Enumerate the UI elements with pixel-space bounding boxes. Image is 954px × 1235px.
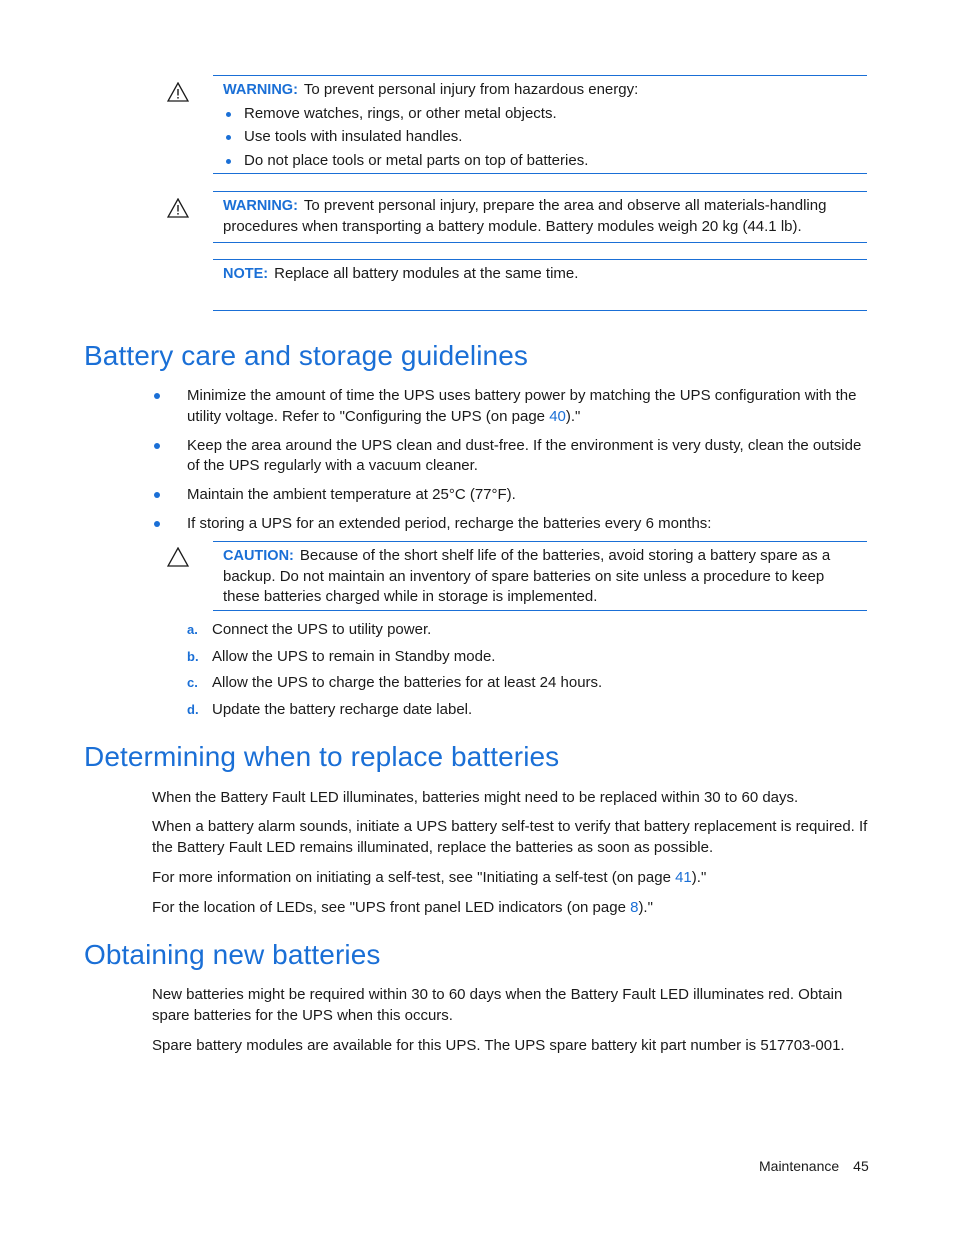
footer-section-name: Maintenance xyxy=(759,1158,840,1174)
bullet-text: Keep the area around the UPS clean and d… xyxy=(187,436,862,475)
step-item: d. Update the battery recharge date label… xyxy=(187,700,602,727)
warning-notice-materials-handling: WARNING: To prevent personal injury, prep… xyxy=(213,191,867,243)
caution-label: CAUTION: xyxy=(223,548,294,564)
warning-text: To prevent personal injury from hazardou… xyxy=(303,81,639,98)
bullet-icon xyxy=(154,492,160,498)
step-letter: b. xyxy=(187,648,199,664)
paragraph-text-end: )." xyxy=(638,899,653,916)
list-item: If storing a UPS for an extended period,… xyxy=(152,514,868,535)
bullet-text-end: )." xyxy=(565,407,581,425)
step-text: Allow the UPS to remain in Standby mode. xyxy=(212,647,496,665)
step-item: b. Allow the UPS to remain in Standby mod… xyxy=(187,647,602,674)
caution-notice: CAUTION: Because of the short shelf life … xyxy=(213,541,867,611)
bullet-text: Maintain the ambient temperature at 25°C… xyxy=(187,486,516,503)
step-letter: d. xyxy=(187,701,199,717)
step-text: Update the battery recharge date label. xyxy=(212,700,473,718)
paragraph-text: For the location of LEDs, see "UPS front… xyxy=(152,899,631,916)
paragraph: New batteries might be required within 3… xyxy=(152,986,843,1024)
step-letter: c. xyxy=(187,675,198,691)
step-text: Connect the UPS to utility power. xyxy=(212,621,432,638)
paragraph: For the location of LEDs, see "UPS front… xyxy=(152,898,870,919)
caution-triangle-icon xyxy=(167,547,189,567)
warning-label: WARNING: xyxy=(223,198,298,214)
note-text: Replace all battery modules at the same … xyxy=(274,265,579,282)
step-item: c. Allow the UPS to charge the batteries … xyxy=(187,673,602,700)
bullet-icon xyxy=(154,521,160,527)
warning-text: To prevent personal injury, prepare the … xyxy=(223,197,827,235)
section-heading-obtain-batteries: Obtaining new batteries xyxy=(84,939,381,970)
list-item: Minimize the amount of time the UPS uses… xyxy=(152,386,868,427)
page-link-41[interactable]: 41 xyxy=(675,869,692,886)
warning-list: Remove watches, rings, or other metal ob… xyxy=(223,102,859,173)
note-label: NOTE: xyxy=(223,266,269,282)
bullet-icon xyxy=(154,442,160,449)
warning-list-item: Do not place tools or metal parts on top… xyxy=(223,149,859,173)
paragraph-text-end: )." xyxy=(691,869,707,886)
step-item: a. Connect the UPS to utility power. xyxy=(187,620,602,647)
caution-text: Because of the short shelf life of the b… xyxy=(223,547,831,605)
section-heading-replace-batteries: Determining when to replace batteries xyxy=(84,741,560,772)
bullet-text: Minimize the amount of time the UPS uses… xyxy=(187,387,857,425)
step-text: Allow the UPS to charge the batteries fo… xyxy=(212,674,603,692)
paragraph: Spare battery modules are available for … xyxy=(152,1037,845,1054)
warning-label: WARNING: xyxy=(223,82,298,98)
warning-list-item: Use tools with insulated handles. xyxy=(223,125,859,149)
paragraph-text: For more information on initiating a sel… xyxy=(152,869,676,886)
warning-notice-hazardous-energy: WARNING: To prevent personal injury from … xyxy=(213,75,867,174)
recharge-steps-list: a. Connect the UPS to utility power. b. Al… xyxy=(187,620,602,726)
paragraph: When the Battery Fault LED illuminates, … xyxy=(152,789,799,806)
warning-triangle-icon xyxy=(167,82,189,102)
paragraph: When a battery alarm sounds, initiate a … xyxy=(152,818,868,856)
page-link-40[interactable]: 40 xyxy=(549,408,566,425)
bullet-icon xyxy=(154,393,160,399)
warning-list-item: Remove watches, rings, or other metal ob… xyxy=(223,102,859,126)
section-heading-battery-care: Battery care and storage guidelines xyxy=(84,340,528,371)
list-item: Maintain the ambient temperature at 25°C… xyxy=(152,485,868,506)
page-number: 45 xyxy=(853,1158,869,1174)
note-notice: NOTE: Replace all battery modules at the … xyxy=(213,259,867,311)
care-bullet-list: Minimize the amount of time the UPS uses… xyxy=(152,386,868,535)
step-letter: a. xyxy=(187,622,198,637)
bullet-text: If storing a UPS for an extended period,… xyxy=(187,515,712,532)
list-item: Keep the area around the UPS clean and d… xyxy=(152,436,868,477)
paragraph: For more information on initiating a sel… xyxy=(152,868,870,889)
warning-triangle-icon xyxy=(167,198,189,218)
page-footer: Maintenance 45 xyxy=(759,1158,869,1174)
